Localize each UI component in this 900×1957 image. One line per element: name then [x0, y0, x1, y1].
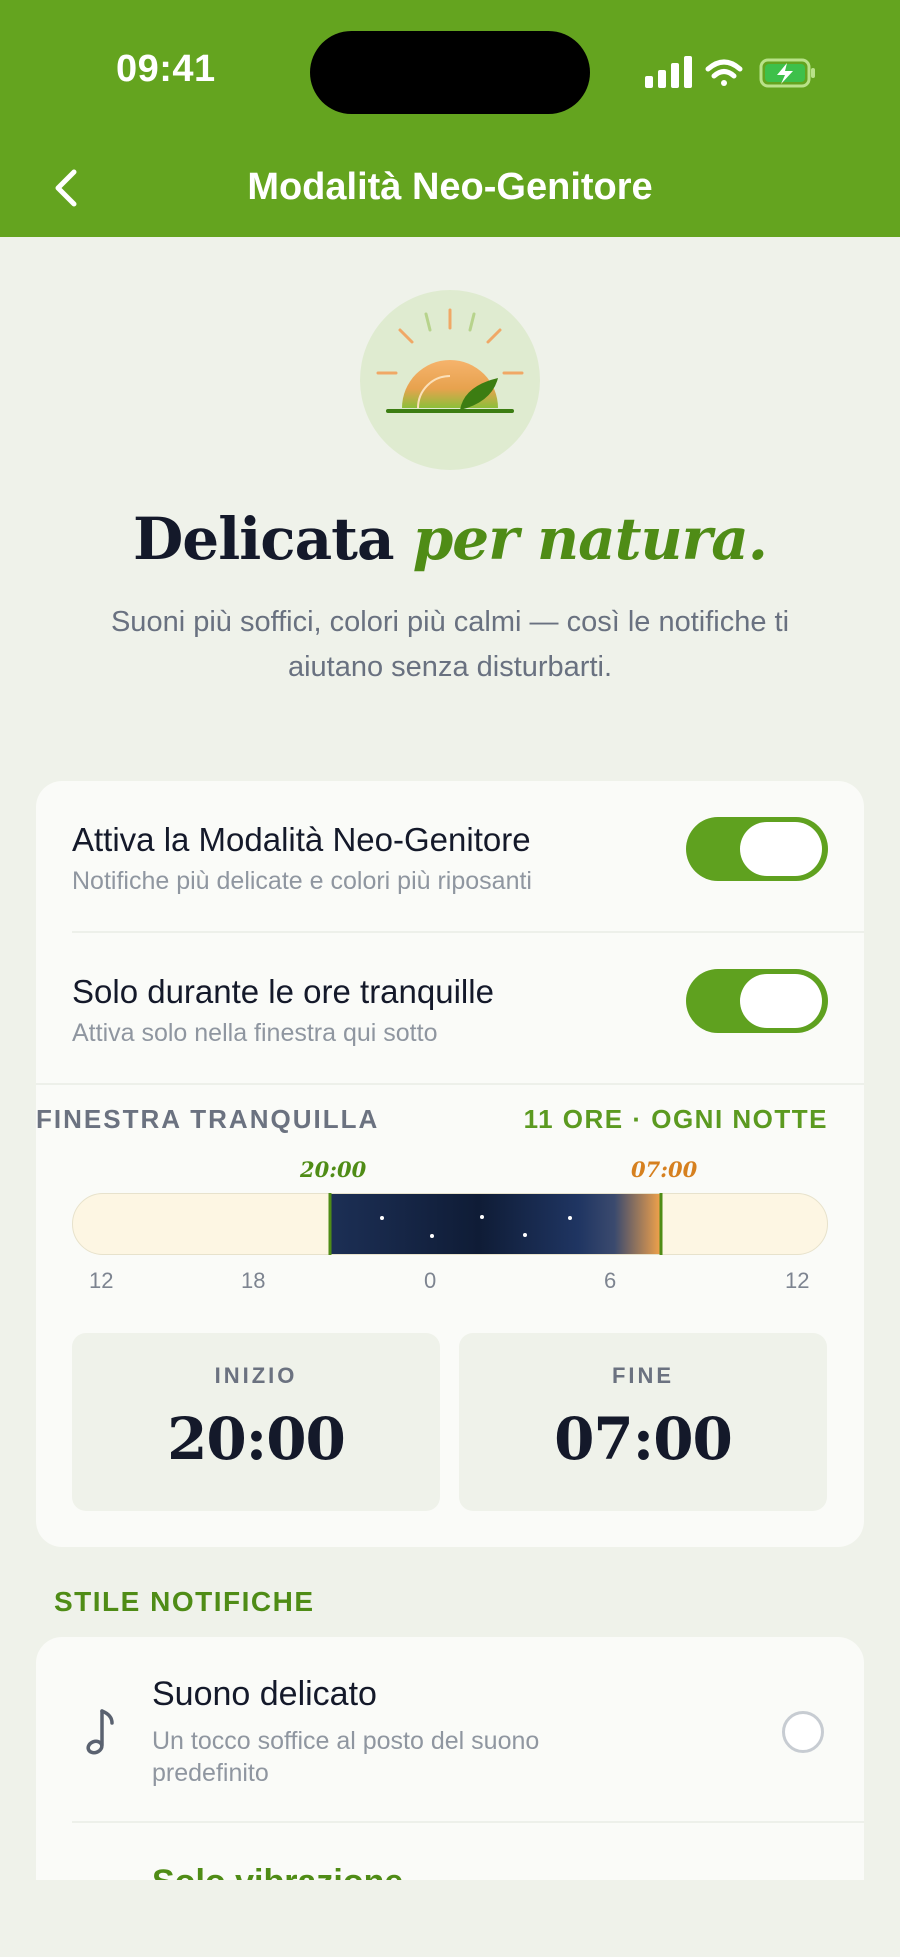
start-time-picker[interactable]: INIZIO 20:00	[72, 1333, 440, 1511]
hero-title-accent: per natura.	[412, 505, 768, 573]
page-title: Modalità Neo-Genitore	[247, 166, 653, 208]
end-time-label: FINE	[611, 1363, 675, 1388]
status-icons	[645, 56, 815, 88]
quiet-only-toggle[interactable]	[686, 969, 828, 1033]
bottom-fade	[0, 1880, 900, 1957]
option-soft-sound[interactable]: Suono delicato Un tocco soffice al posto…	[36, 1637, 864, 1821]
mode-toggle-title: Attiva la Modalità Neo-Genitore	[72, 821, 531, 858]
toggle-knob	[740, 974, 822, 1028]
mode-toggle-subtitle: Notifiche più delicate e colori più ripo…	[72, 867, 532, 895]
status-time: 09:41	[116, 48, 216, 90]
axis-tick: 12	[89, 1268, 114, 1293]
section-title-notification-style: STILE NOTIFICHE	[54, 1586, 315, 1617]
axis-tick: 12	[785, 1268, 810, 1293]
battery-icon	[759, 58, 815, 88]
quiet-window-summary: 11 ORE · OGNI NOTTE	[523, 1104, 828, 1134]
sunrise-icon	[376, 308, 524, 413]
option-title: Suono delicato	[152, 1675, 377, 1713]
signal-icon	[645, 56, 692, 88]
hero-title-main: Delicata	[133, 505, 395, 573]
quiet-only-subtitle: Attiva solo nella finestra qui sotto	[72, 1019, 438, 1047]
option-radio[interactable]	[782, 1711, 824, 1753]
divider	[72, 931, 864, 933]
hero-subtitle: Suoni più soffici, colori più calmi — co…	[110, 606, 790, 683]
toggle-knob	[740, 822, 822, 876]
sunrise-badge	[360, 290, 540, 470]
quiet-end-marker: 07:00	[631, 1157, 698, 1182]
mode-toggle[interactable]	[686, 817, 828, 881]
start-time-value: 20:00	[167, 1405, 346, 1473]
app-header: 09:41 Modalità Neo-Genitore	[0, 0, 900, 237]
dynamic-island	[310, 31, 590, 114]
axis-tick: 18	[241, 1268, 266, 1293]
quiet-window-label: FINESTRA TRANQUILLA	[36, 1104, 380, 1134]
axis-tick: 0	[424, 1268, 437, 1293]
hero-title: Delicata per natura.	[0, 505, 900, 573]
quiet-start-marker: 20:00	[300, 1157, 367, 1182]
divider	[36, 1083, 864, 1085]
quiet-only-title: Solo durante le ore tranquille	[72, 973, 494, 1010]
end-time-value: 07:00	[554, 1405, 733, 1473]
axis-tick: 6	[604, 1268, 617, 1293]
option-subtitle: Un tocco soffice al posto del suono pred…	[152, 1727, 540, 1787]
end-time-picker[interactable]: FINE 07:00	[459, 1333, 827, 1511]
wifi-icon	[705, 59, 743, 86]
music-note-icon	[86, 1709, 114, 1755]
start-time-label: INIZIO	[214, 1363, 298, 1388]
quiet-window-timeline[interactable]	[72, 1193, 828, 1255]
night-segment	[330, 1193, 661, 1255]
